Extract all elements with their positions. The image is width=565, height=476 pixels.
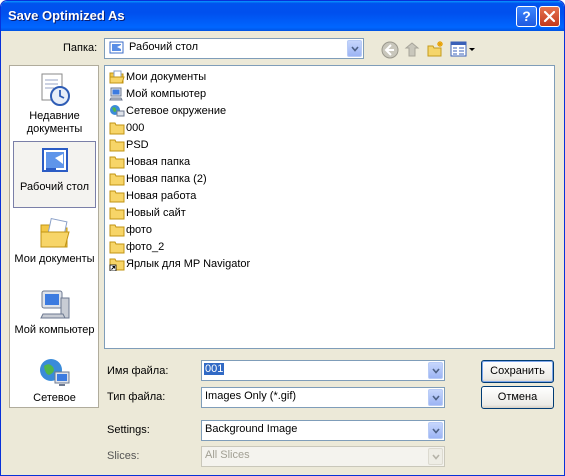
- lookin-combo[interactable]: Рабочий стол: [104, 38, 364, 59]
- my-computer-icon: [39, 290, 69, 319]
- view-menu-icon[interactable]: [450, 41, 476, 58]
- file-name: фото_2: [126, 241, 165, 253]
- my-computer-icon: [109, 87, 123, 101]
- network-icon: [110, 105, 125, 117]
- folder-icon: [109, 122, 125, 135]
- window-title: Save Optimized As: [8, 8, 125, 23]
- places-bar: Недавние документы Рабочий стол Мои доку…: [9, 65, 99, 408]
- file-name: Сетевое окружение: [126, 105, 227, 117]
- slices-select: All Slices: [201, 446, 445, 467]
- settings-label: Settings:: [107, 424, 150, 436]
- place-label: Недавние документы: [26, 110, 83, 135]
- place-label: Сетевое: [33, 392, 76, 404]
- place-network[interactable]: Сетевое: [13, 356, 96, 405]
- file-name: Мой компьютер: [126, 88, 207, 100]
- filename-value: 001: [204, 363, 225, 375]
- folder-icon: [109, 241, 125, 254]
- place-label: Рабочий стол: [19, 181, 90, 193]
- settings-value: Background Image: [205, 423, 298, 435]
- save-dialog: Save Optimized As ? Папка: Рабочий стол: [0, 0, 565, 476]
- place-my-documents[interactable]: Мои документы: [13, 217, 96, 266]
- place-desktop[interactable]: Рабочий стол: [13, 141, 96, 208]
- file-name: Новый сайт: [126, 207, 186, 219]
- file-name: Новая работа: [126, 190, 197, 202]
- place-my-computer[interactable]: Мой компьютер: [13, 288, 96, 337]
- folder-icon: [109, 156, 125, 169]
- slices-value: All Slices: [205, 449, 250, 461]
- folder-icon: [109, 173, 125, 186]
- filetype-select[interactable]: Images Only (*.gif): [201, 387, 445, 408]
- slices-label: Slices:: [107, 450, 140, 462]
- desktop-small-icon: [109, 41, 124, 54]
- file-list[interactable]: Мои документы Мой компьютер Сетевое окру…: [104, 65, 555, 349]
- settings-dropdown-button[interactable]: [428, 422, 443, 439]
- file-name: фото: [126, 224, 152, 236]
- place-label: Мой компьютер: [14, 324, 95, 336]
- folder-icon: [109, 224, 125, 237]
- help-button[interactable]: ?: [516, 6, 537, 27]
- filetype-dropdown-button[interactable]: [428, 389, 443, 406]
- my-documents-icon: [40, 217, 70, 248]
- file-name: Ярлык для MP Navigator: [126, 258, 251, 270]
- filename-dropdown-button[interactable]: [428, 362, 443, 379]
- chevron-down-icon: [432, 454, 440, 460]
- lookin-value: Рабочий стол: [129, 41, 199, 53]
- file-name: Новая папка: [126, 156, 191, 168]
- save-button[interactable]: Сохранить: [481, 360, 554, 383]
- up-folder-icon[interactable]: [404, 40, 421, 59]
- folder-icon: [109, 190, 125, 203]
- cancel-button[interactable]: Отмена: [481, 386, 554, 409]
- file-name: 000: [126, 122, 145, 134]
- close-button[interactable]: [539, 6, 560, 27]
- filetype-value: Images Only (*.gif): [205, 390, 297, 402]
- close-icon: [543, 10, 556, 23]
- file-name: Мои документы: [126, 71, 207, 83]
- filename-label: Имя файла:: [107, 365, 169, 377]
- recent-documents-icon: [41, 73, 70, 106]
- file-name: PSD: [126, 139, 149, 151]
- slices-dropdown-button: [428, 448, 443, 465]
- filename-field[interactable]: 001: [201, 360, 445, 381]
- chevron-down-icon: [432, 368, 440, 374]
- shortcut-icon: [109, 258, 125, 271]
- chevron-down-icon: [351, 46, 359, 52]
- place-recent-documents[interactable]: Недавние документы: [13, 72, 96, 136]
- chevron-down-icon: [432, 395, 440, 401]
- file-name: Новая папка (2): [126, 173, 207, 185]
- network-icon: [39, 359, 69, 386]
- folder-icon: [109, 207, 125, 220]
- title-bar[interactable]: Save Optimized As ?: [1, 1, 564, 31]
- back-icon[interactable]: [381, 41, 399, 59]
- desktop-icon: [41, 148, 68, 172]
- filetype-label: Тип файла:: [107, 391, 166, 403]
- lookin-dropdown-button[interactable]: [347, 40, 362, 57]
- my-documents-icon: [109, 70, 125, 84]
- folder-icon: [109, 139, 125, 152]
- chevron-down-icon: [432, 428, 440, 434]
- lookin-label: Папка:: [63, 42, 98, 54]
- settings-select[interactable]: Background Image: [201, 420, 445, 441]
- new-folder-icon[interactable]: [426, 40, 445, 59]
- place-label: Мои документы: [14, 253, 95, 265]
